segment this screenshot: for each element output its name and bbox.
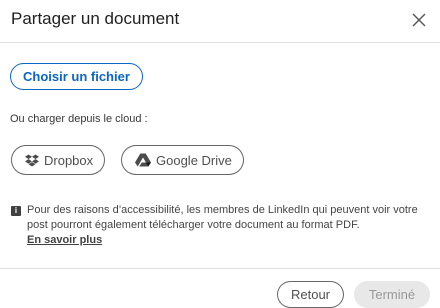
learn-more-link[interactable]: En savoir plus [27,234,102,246]
close-button[interactable] [408,9,430,31]
accessibility-notice-text: Pour des raisons d’accessibilité, les me… [27,204,418,231]
dialog-title: Partager un document [11,9,180,28]
info-icon: i [11,206,21,216]
dialog-header: Partager un document [0,0,440,43]
choose-file-button[interactable]: Choisir un fichier [10,63,143,90]
dropbox-icon [25,154,39,167]
dropbox-button[interactable]: Dropbox [11,145,106,175]
share-document-dialog: Partager un document Choisir un fichier … [0,0,440,308]
google-drive-button[interactable]: Google Drive [121,145,244,175]
accessibility-notice: Pour des raisons d’accessibilité, les me… [27,203,427,248]
done-button[interactable]: Terminé [354,281,430,308]
cloud-upload-label: Ou charger depuis le cloud : [10,113,148,125]
google-drive-label: Google Drive [156,152,232,168]
close-icon [412,13,426,27]
back-button[interactable]: Retour [277,281,344,308]
dropbox-label: Dropbox [44,152,94,168]
google-drive-icon [135,153,151,167]
